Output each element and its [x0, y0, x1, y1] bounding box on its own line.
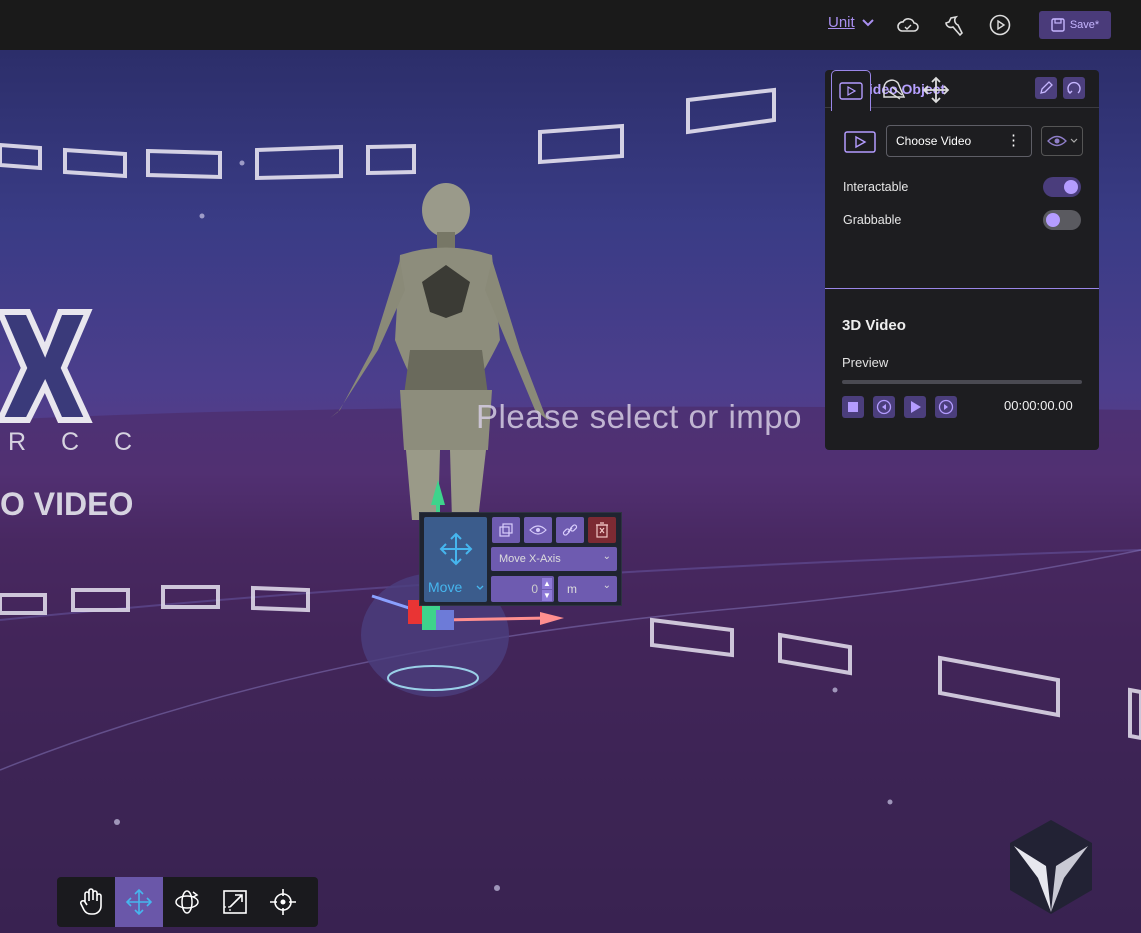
tab-underline — [825, 288, 1099, 289]
axis-select-label: Move X-Axis — [499, 553, 561, 565]
scale-tool[interactable] — [211, 877, 259, 927]
unit-select-label: m — [567, 582, 577, 596]
video-tab-icon — [839, 82, 863, 100]
duplicate-button[interactable] — [492, 517, 520, 543]
visibility-dropdown[interactable] — [1041, 126, 1083, 156]
link-icon — [562, 524, 578, 536]
chevron-down-icon — [476, 585, 484, 590]
wrench-icon[interactable] — [941, 12, 967, 38]
top-bar: Unit Save* — [0, 0, 1141, 50]
video-preview-icon — [844, 130, 876, 154]
eye-icon — [1046, 135, 1067, 147]
visibility-button[interactable] — [524, 517, 552, 543]
unit-dropdown[interactable]: Unit — [828, 14, 875, 31]
app-logo-icon — [1010, 820, 1092, 914]
tab-strip — [825, 248, 1099, 288]
pivot-tool[interactable] — [259, 877, 307, 927]
scale-icon — [223, 890, 247, 914]
interactable-toggle[interactable] — [1043, 177, 1081, 197]
move-arrows-icon — [922, 76, 950, 104]
axis-select[interactable]: Move X-Axis ⌄ — [491, 547, 617, 571]
rotate-tool[interactable] — [163, 877, 211, 927]
chevron-down-icon — [861, 18, 874, 26]
save-button[interactable]: Save* — [1039, 11, 1111, 39]
play-icon — [911, 401, 921, 413]
chevron-down-icon — [1070, 138, 1077, 143]
move-mode-label: Move — [428, 579, 463, 595]
properties-panel: 3D Video Object Choose Video ⋮ Interacta… — [825, 70, 1099, 450]
hand-tool[interactable] — [67, 877, 115, 927]
eye-icon — [529, 525, 547, 535]
toggle-knob — [1046, 213, 1060, 227]
play-button[interactable] — [904, 396, 926, 418]
decrement-icon[interactable]: ▼ — [542, 590, 552, 601]
trash-icon — [596, 522, 608, 538]
rewind-icon — [876, 399, 892, 415]
tab-video[interactable] — [831, 70, 871, 111]
reset-icon — [1067, 81, 1081, 94]
move-widget: Move Move X-Axis ⌄ 0 ▲ ▼ m ⌄ — [419, 512, 622, 606]
tab-transform[interactable] — [916, 70, 956, 110]
move-arrows-icon — [439, 532, 473, 566]
video-caption: O VIDEO — [0, 486, 134, 522]
move-amount-value: 0 — [531, 582, 538, 596]
hand-icon — [79, 888, 102, 915]
unit-label[interactable]: Unit — [828, 14, 855, 31]
rotate-icon — [175, 890, 199, 914]
time-display: 00:00:00.00 — [1004, 398, 1073, 413]
cloud-icon[interactable] — [895, 12, 921, 38]
overlay-message: Please select or impo — [476, 398, 802, 435]
move-tool[interactable] — [115, 877, 163, 927]
forward-button[interactable] — [935, 396, 957, 418]
grabbable-toggle[interactable] — [1043, 210, 1081, 230]
save-label: Save* — [1069, 19, 1100, 31]
material-icon — [883, 79, 906, 100]
preview-progress[interactable] — [842, 380, 1082, 384]
pencil-icon — [1040, 81, 1053, 94]
tool-palette — [57, 877, 318, 927]
delete-button[interactable] — [588, 517, 616, 543]
preview-label: Preview — [842, 355, 889, 370]
play-circle-icon[interactable] — [987, 12, 1013, 38]
more-options-icon[interactable]: ⋮ — [1006, 133, 1021, 148]
link-button[interactable] — [556, 517, 584, 543]
stop-button[interactable] — [842, 396, 864, 418]
tab-material[interactable] — [874, 70, 914, 110]
stop-icon — [848, 402, 858, 412]
section-title: 3D Video — [842, 317, 906, 334]
rewind-button[interactable] — [873, 396, 895, 418]
forward-icon — [938, 399, 954, 415]
reset-button[interactable] — [1063, 77, 1085, 99]
chevron-down-icon: ⌄ — [602, 551, 611, 562]
chevron-down-icon: ⌄ — [602, 580, 611, 591]
move-mode-button[interactable]: Move — [424, 517, 487, 602]
move-amount-input[interactable]: 0 ▲ ▼ — [491, 576, 554, 602]
toggle-knob — [1064, 180, 1078, 194]
grabbable-label: Grabbable — [843, 213, 902, 227]
choose-video-select[interactable]: Choose Video ⋮ — [886, 125, 1032, 157]
choose-video-label: Choose Video — [896, 134, 972, 148]
edit-button[interactable] — [1035, 77, 1057, 99]
logo-letters: R C C — [8, 428, 147, 456]
unit-select[interactable]: m ⌄ — [558, 576, 617, 602]
interactable-label: Interactable — [843, 180, 909, 194]
save-icon — [1051, 18, 1065, 32]
duplicate-icon — [499, 523, 513, 537]
increment-icon[interactable]: ▲ — [542, 578, 552, 589]
move-arrows-icon — [125, 888, 153, 916]
crosshair-icon — [270, 889, 296, 915]
